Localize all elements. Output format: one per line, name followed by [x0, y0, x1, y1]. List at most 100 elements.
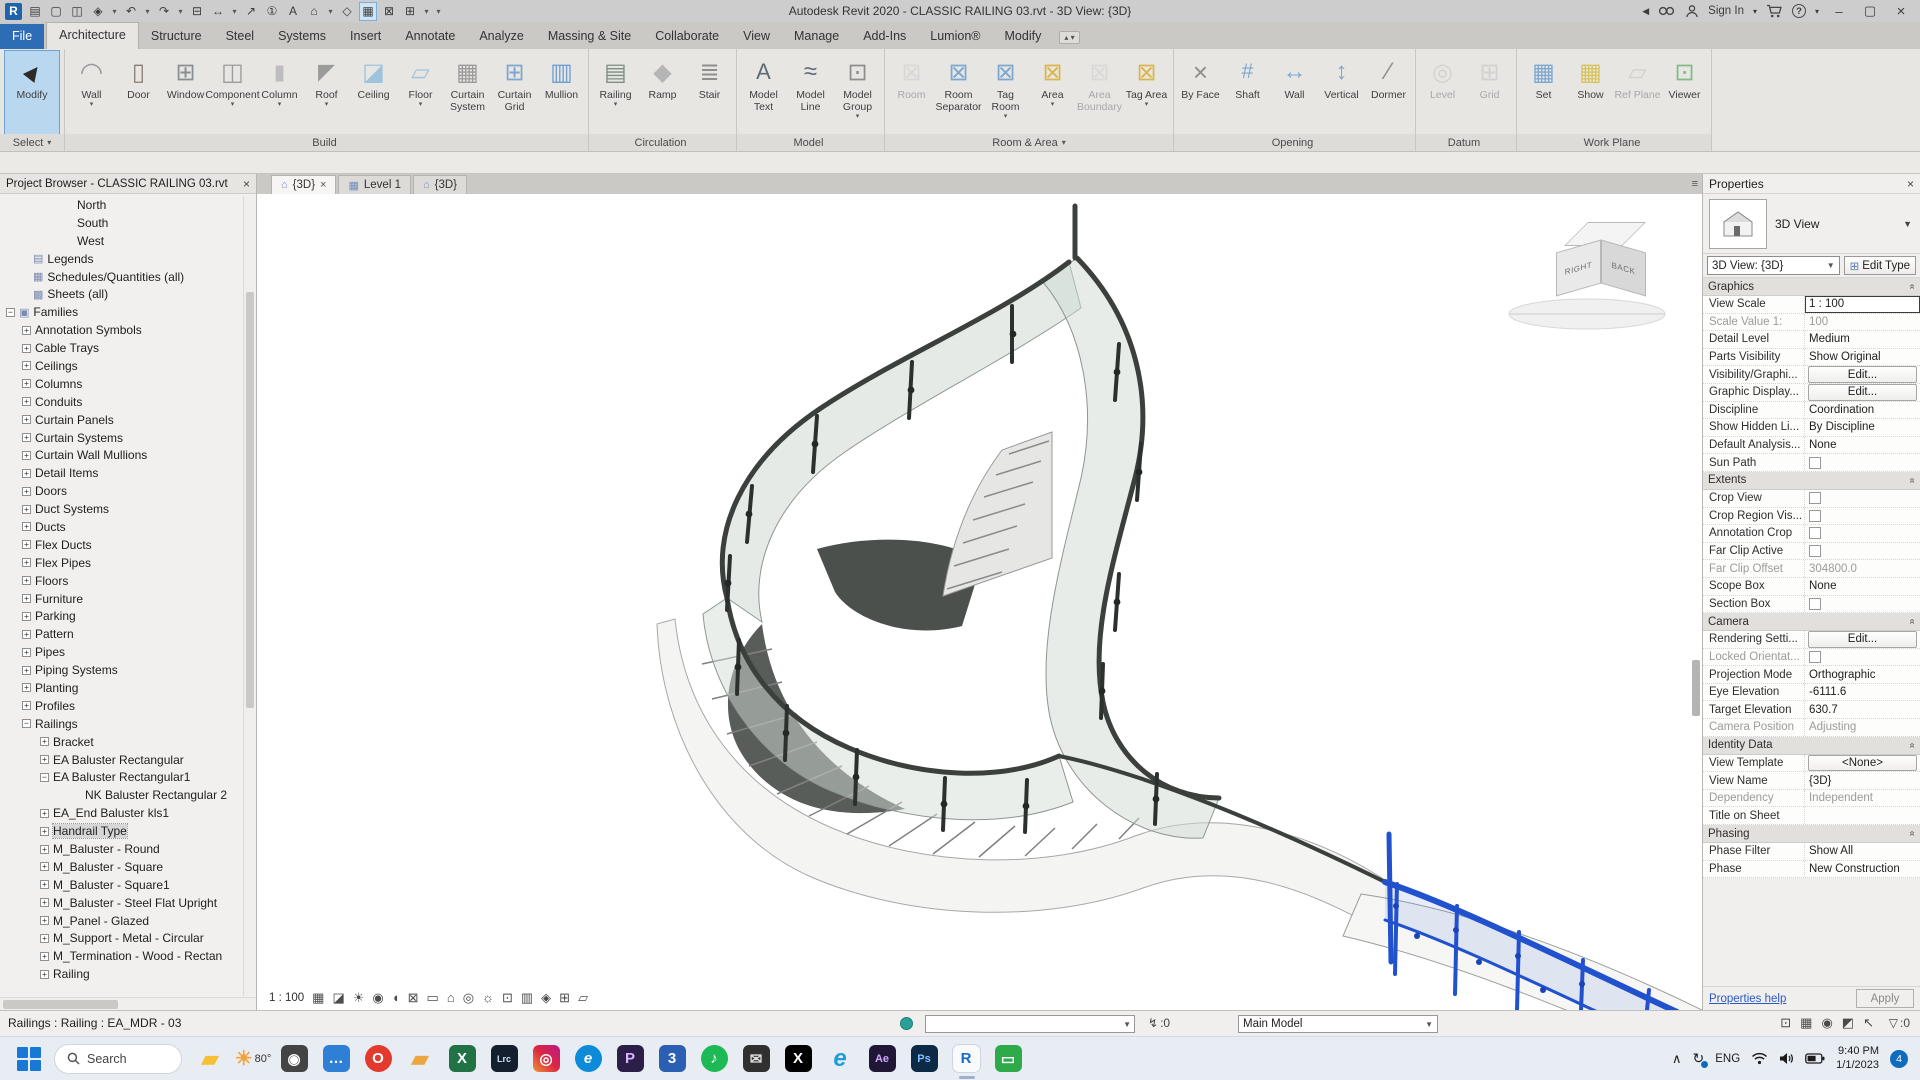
battery-icon[interactable] — [1805, 1053, 1825, 1064]
spiral-stair-3d-model[interactable] — [257, 194, 1702, 1010]
view-list-icon[interactable]: ≡ — [1692, 178, 1698, 190]
tree-expander-icon[interactable]: + — [22, 379, 31, 389]
tree-item[interactable]: + Cable Trays — [0, 339, 256, 357]
chat-app-icon[interactable]: … — [322, 1044, 352, 1074]
tree-item[interactable]: + Bracket — [0, 733, 256, 751]
tree-expander-icon[interactable]: + — [22, 647, 31, 657]
tree-expander-icon[interactable]: + — [22, 433, 31, 443]
switch-windows-icon[interactable]: ⊞ — [402, 3, 418, 20]
tree-expander-icon[interactable]: + — [22, 540, 31, 550]
tab-steel[interactable]: Steel — [214, 24, 267, 49]
model-line-button[interactable]: ≈ Model Line — [787, 51, 834, 134]
filter-icon[interactable]: ▽ — [1889, 1016, 1898, 1030]
ref-plane-button[interactable]: ▱ Ref Plane — [1614, 51, 1661, 134]
dropdown-icon[interactable]: ▾ — [327, 3, 334, 20]
tab-manage[interactable]: Manage — [782, 24, 851, 49]
displacement-icon[interactable]: ▥ — [521, 990, 533, 1006]
tree-expander-icon[interactable]: + — [22, 469, 31, 478]
collaborate-status-icon[interactable] — [900, 1017, 913, 1030]
restore-button[interactable]: ▢ — [1859, 3, 1881, 19]
graphic-display-icon[interactable]: ◪ — [332, 990, 344, 1006]
by-face-button[interactable]: × By Face — [1177, 51, 1224, 134]
pane-collapse-icon[interactable]: ◀ — [1642, 6, 1649, 17]
tree-expander-icon[interactable]: + — [40, 880, 49, 890]
select-underlay-icon[interactable]: ▦ — [1800, 1015, 1812, 1031]
tree-expander-icon[interactable]: + — [22, 665, 31, 675]
tree-item[interactable]: + Flex Ducts — [0, 536, 256, 554]
property-value[interactable] — [1805, 508, 1920, 525]
opera-icon[interactable]: O — [364, 1044, 394, 1074]
view-scale-button[interactable]: 1 : 100 — [269, 992, 304, 1004]
weather-icon[interactable]: ☀ 80° — [235, 1044, 272, 1074]
tree-item[interactable]: + Doors — [0, 482, 256, 500]
worksharing-display-icon[interactable]: ⊞ — [559, 990, 570, 1006]
tag-room-button[interactable]: ⊠ Tag Room ▾ — [982, 51, 1029, 134]
mail-icon[interactable]: ✉ — [742, 1044, 772, 1074]
language-indicator[interactable]: ENG — [1715, 1053, 1740, 1065]
properties-header[interactable]: Properties × — [1703, 174, 1920, 194]
sun-path-icon[interactable]: ☀ — [353, 990, 365, 1006]
unlocked-view-icon[interactable]: ⌂ — [447, 990, 455, 1006]
property-value[interactable]: New Construction — [1805, 861, 1920, 878]
tree-expander-icon[interactable]: + — [40, 969, 49, 979]
tree-expander-icon[interactable]: + — [40, 826, 49, 836]
section-header[interactable]: Phasing » — [1703, 825, 1920, 844]
scrollbar-thumb[interactable] — [3, 1000, 119, 1009]
text-icon[interactable]: A — [285, 3, 301, 20]
tab-massing-site[interactable]: Massing & Site — [536, 24, 643, 49]
room-button[interactable]: ⊠ Room — [888, 51, 935, 134]
tree-item[interactable]: + M_Baluster - Square1 — [0, 876, 256, 894]
tree-item[interactable]: South — [0, 214, 256, 232]
tab-file[interactable]: File — [0, 24, 45, 49]
level-button[interactable]: ◎ Level — [1419, 51, 1466, 134]
revit-app-icon[interactable]: R — [5, 2, 22, 20]
ceiling-button[interactable]: ◪ Ceiling — [350, 51, 397, 134]
tab-insert[interactable]: Insert — [338, 24, 393, 49]
project-browser-header[interactable]: Project Browser - CLASSIC RAILING 03.rvt… — [0, 174, 256, 194]
undo-icon[interactable]: ↶ — [123, 3, 139, 20]
tree-item[interactable]: − ▣ Families — [0, 303, 256, 321]
dropdown-icon[interactable]: ▾ — [111, 3, 118, 20]
panel-label[interactable]: Room & Area ▾ — [885, 134, 1173, 151]
notification-badge[interactable]: 4 — [1890, 1049, 1908, 1068]
collapse-section-icon[interactable]: » — [1907, 284, 1918, 290]
apply-button[interactable]: Apply — [1856, 989, 1914, 1008]
tree-item[interactable]: NK Baluster Rectangular 2 — [0, 786, 256, 804]
tree-item[interactable]: + Floors — [0, 572, 256, 590]
dropdown-icon[interactable]: ▾ — [423, 3, 430, 20]
type-selector[interactable]: 3D View ▼ — [1703, 194, 1920, 254]
spotify-icon[interactable]: ♪ — [700, 1044, 730, 1074]
curtain-grid-button[interactable]: ⊞ Curtain Grid — [491, 51, 538, 134]
collapse-section-icon[interactable]: » — [1907, 831, 1918, 837]
tree-expander-icon[interactable]: + — [40, 755, 49, 765]
thin-lines-icon[interactable]: ▦ — [359, 1, 377, 21]
screen-share-icon[interactable]: ▭ — [994, 1044, 1024, 1074]
property-value[interactable]: Adjusting — [1805, 719, 1920, 736]
show-work-plane-button[interactable]: ▦ Show — [1567, 51, 1614, 134]
tree-item[interactable]: ▦ Schedules/Quantities (all) — [0, 268, 256, 286]
property-value[interactable] — [1805, 649, 1920, 666]
file-explorer-icon[interactable]: ▰ — [196, 1044, 226, 1074]
sign-in-button[interactable]: Sign In — [1708, 5, 1744, 17]
file-properties-icon[interactable]: ▤ — [27, 3, 43, 20]
property-value[interactable]: Independent — [1805, 790, 1920, 807]
default-3d-view-icon[interactable]: ⌂ — [306, 3, 322, 20]
door-button[interactable]: ▯ Door — [115, 51, 162, 134]
view-tab-3d[interactable]: ⌂ {3D} × — [271, 175, 337, 194]
tab-architecture[interactable]: Architecture — [46, 22, 139, 49]
panel-label[interactable]: Model — [737, 134, 884, 151]
tree-item[interactable]: + Furniture — [0, 590, 256, 608]
modify-button[interactable]: ▶ Modify — [4, 50, 60, 135]
tree-expander-icon[interactable]: + — [40, 862, 49, 872]
measure-icon[interactable]: ↔ — [210, 3, 226, 20]
property-value[interactable]: <None> — [1807, 754, 1917, 772]
close-properties-icon[interactable]: × — [1907, 177, 1914, 191]
select-by-face-icon[interactable]: ◩ — [1842, 1015, 1854, 1031]
drawing-canvas[interactable]: ⌂ {3D} × ▦ Level 1 ⌂ {3D} ≡ RIGHT BACK 1… — [257, 174, 1702, 1010]
tree-item[interactable]: + M_Panel - Glazed — [0, 912, 256, 930]
tree-expander-icon[interactable]: + — [22, 558, 31, 568]
tree-expander-icon[interactable]: + — [22, 630, 31, 639]
after-effects-icon[interactable]: Ae — [868, 1044, 898, 1074]
property-value[interactable]: 100 — [1805, 314, 1920, 331]
panel-label[interactable]: Opening — [1174, 134, 1415, 151]
